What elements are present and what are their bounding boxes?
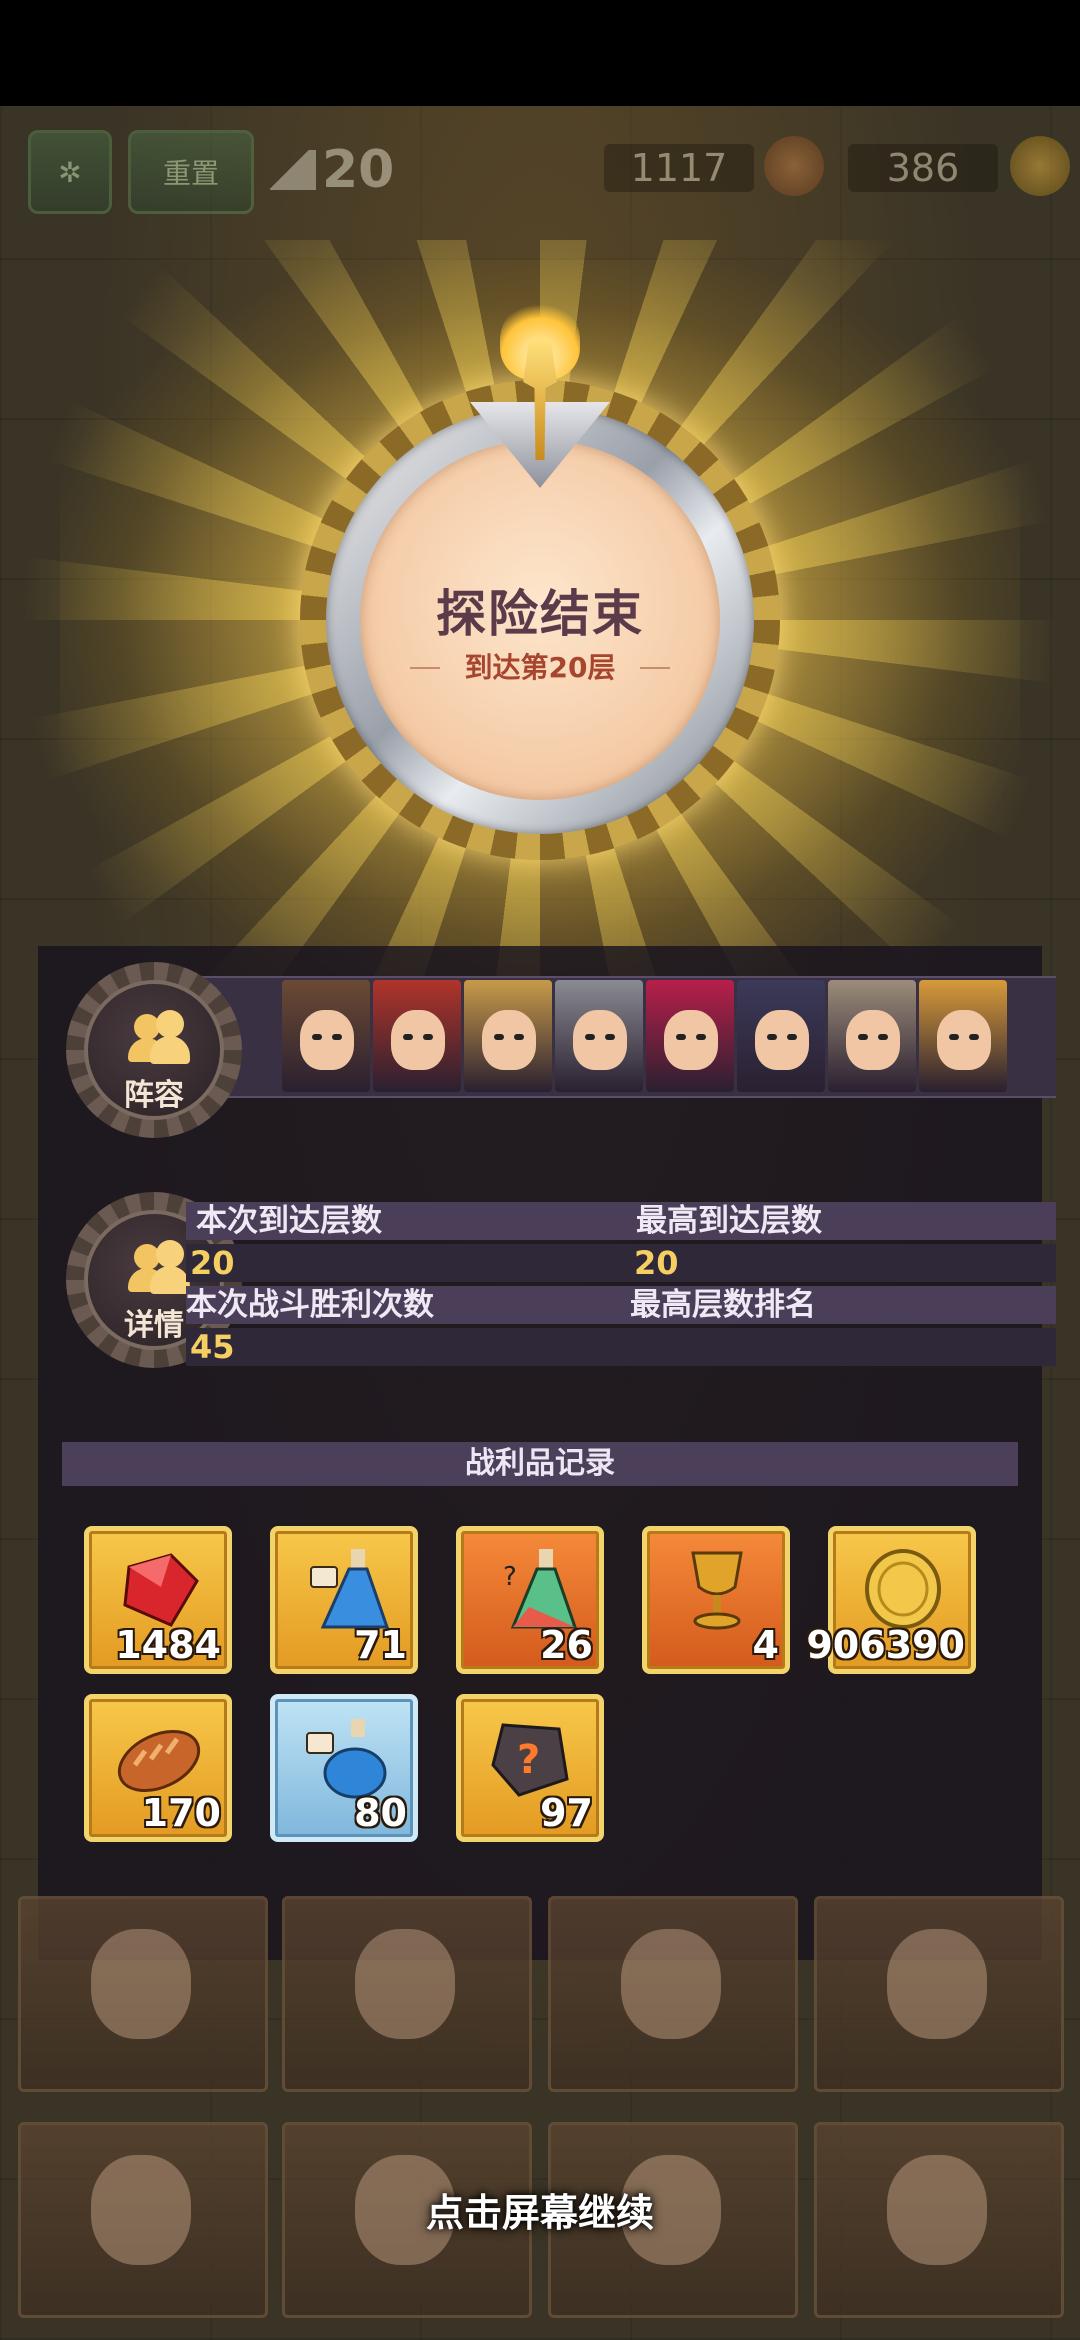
tap-to-continue-hint[interactable]: 点击屏幕继续	[0, 2182, 1080, 2237]
team-icon	[128, 1240, 190, 1296]
stats-header-row-1: 本次到达层数 最高到达层数	[186, 1202, 1056, 1240]
loot-count: 97	[540, 1791, 593, 1835]
stats-value-row-2: 45	[186, 1328, 1056, 1366]
loot-item[interactable]: 71	[270, 1526, 418, 1674]
gem-icon	[111, 1547, 207, 1633]
reset-label: 重置	[162, 157, 219, 190]
mystery-potion-icon: ?	[483, 1547, 579, 1633]
hero-portrait[interactable]	[646, 980, 734, 1092]
hero-portrait[interactable]	[464, 980, 552, 1092]
best-floor-label: 最高到达层数	[636, 1203, 822, 1239]
loot-item[interactable]: 170	[84, 1694, 232, 1842]
team-card	[18, 1896, 268, 2092]
loot-count: 170	[141, 1791, 221, 1835]
hero-portrait[interactable]	[373, 980, 461, 1092]
loot-item[interactable]: 80	[270, 1694, 418, 1842]
lineup-label: 阵容	[124, 1078, 184, 1113]
loot-item[interactable]: 4	[642, 1526, 790, 1674]
loot-item[interactable]: 906390	[806, 1526, 976, 1674]
svg-text:?: ?	[503, 1562, 517, 1592]
reset-button[interactable]: 重置	[128, 130, 254, 214]
floor-indicator: 20	[270, 140, 394, 200]
hero-portrait[interactable]	[555, 980, 643, 1092]
stats-value-row-1: 20 20	[186, 1244, 1056, 1282]
loot-record-header: 战利品记录	[62, 1442, 1018, 1486]
loot-item[interactable]: 1484	[84, 1526, 232, 1674]
hero-portrait[interactable]	[737, 980, 825, 1092]
potion-icon	[297, 1547, 393, 1633]
loot-count: 26	[540, 1623, 593, 1667]
adventure-end-title: 探险结束	[436, 585, 644, 643]
team-card	[548, 1896, 798, 2092]
chalice-icon	[669, 1547, 765, 1633]
floor-number: 20	[322, 140, 395, 200]
hero-portraits	[282, 980, 1010, 1092]
gold-coin-icon	[855, 1547, 951, 1633]
gear-icon: ✲	[58, 155, 82, 189]
team-icon	[128, 1010, 190, 1066]
settings-button[interactable]: ✲	[28, 130, 112, 214]
hero-portrait[interactable]	[828, 980, 916, 1092]
resource-counter-1: 1117	[604, 144, 754, 192]
hero-portrait[interactable]	[919, 980, 1007, 1092]
mystery-stone-icon: ?	[483, 1715, 579, 1801]
resource-counter-2: 386	[848, 144, 998, 192]
team-card	[282, 1896, 532, 2092]
loot-count: 1484	[115, 1623, 221, 1667]
reached-floor-subtitle: 到达第20层	[410, 646, 670, 690]
loot-count: 4	[752, 1623, 779, 1667]
current-floor-value: 20	[190, 1244, 235, 1282]
wins-value: 45	[190, 1328, 235, 1366]
blue-potion-icon	[297, 1715, 393, 1801]
loot-count: 71	[354, 1623, 407, 1667]
hero-portrait[interactable]	[282, 980, 370, 1092]
current-floor-label: 本次到达层数	[196, 1203, 382, 1239]
loot-item[interactable]: ? 26	[456, 1526, 604, 1674]
rank-label: 最高层数排名	[630, 1287, 816, 1323]
team-card	[814, 1896, 1064, 2092]
lineup-badge: 阵容	[66, 962, 242, 1138]
wins-label: 本次战斗胜利次数	[186, 1287, 434, 1323]
loot-item[interactable]: ? 97	[456, 1694, 604, 1842]
svg-text:?: ?	[517, 1737, 540, 1783]
trophy-icon	[1010, 136, 1070, 196]
scroll-icon	[764, 136, 824, 196]
best-floor-value: 20	[634, 1244, 679, 1282]
loot-count: 80	[354, 1791, 407, 1835]
stairs-icon	[270, 150, 316, 190]
stats-table: 本次到达层数 最高到达层数 20 20 本次战斗胜利次数 最高层数排名 45	[186, 1202, 1056, 1374]
bread-icon	[111, 1715, 207, 1801]
top-hud: ✲ 重置 20 1117 386	[0, 126, 1080, 216]
results-panel: 阵容 详情 本次到达层数 最高到达层数 20 20 本次战斗胜利次数 最高层数排…	[38, 946, 1056, 1960]
stats-header-row-2: 本次战斗胜利次数 最高层数排名	[186, 1286, 1056, 1324]
loot-count: 906390	[806, 1623, 965, 1667]
